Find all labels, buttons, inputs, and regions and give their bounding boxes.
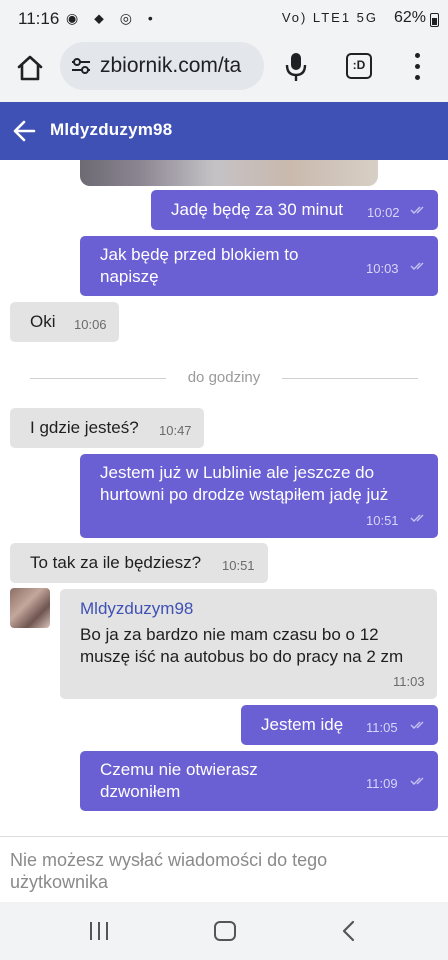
message-incoming: Mldyzduzym98 Bo ja za bardzo nie mam cza… <box>60 589 437 699</box>
message-incoming: To tak za ile będziesz? 10:51 <box>10 543 268 583</box>
network-signal-icon: Vo) LTE1 5G <box>281 10 378 25</box>
read-receipt-icon <box>410 206 424 214</box>
message-time: 11:03 <box>393 674 425 689</box>
status-bar: 11:16 ◉ ⬥ ◎ • Vo) LTE1 5G 62% <box>0 0 448 38</box>
chat-header: Mldyzduzym98 <box>0 102 448 160</box>
message-time: 10:51 <box>366 513 399 528</box>
site-settings-icon[interactable] <box>70 55 92 77</box>
date-divider-label: do godziny <box>187 369 261 386</box>
message-outgoing: Czemu nie otwierasz dzwoniłem 11:09 <box>80 751 438 811</box>
message-time: 10:02 <box>367 205 400 220</box>
address-bar[interactable]: zbiornik.com/ta <box>60 42 264 90</box>
home-icon[interactable] <box>14 52 46 84</box>
message-text: Jestem idę <box>261 715 344 734</box>
message-sender[interactable]: Mldyzduzym98 <box>80 598 193 620</box>
message-text: To tak za ile będziesz? <box>30 553 202 572</box>
message-outgoing: Jadę będę za 30 minut 10:02 <box>151 190 438 230</box>
status-time: 11:16 <box>18 9 60 28</box>
message-text: Oki <box>30 312 56 331</box>
recent-apps-icon[interactable] <box>90 922 112 940</box>
message-incoming: Oki 10:06 <box>10 302 119 342</box>
message-time: 10:06 <box>74 317 107 332</box>
message-time: 11:09 <box>366 776 398 791</box>
read-receipt-icon <box>410 262 424 270</box>
conversation-title: Mldyzduzym98 <box>50 120 173 139</box>
back-arrow-icon[interactable] <box>12 119 38 143</box>
battery-level: 62% <box>393 9 426 26</box>
message-time: 11:05 <box>366 720 398 735</box>
microphone-icon[interactable] <box>282 50 310 84</box>
browser-toolbar: zbiornik.com/ta :D <box>0 38 448 102</box>
message-outgoing: Jestem już w Lublinie ale jeszcze do hur… <box>80 454 438 538</box>
message-text: Jadę będę za 30 minut <box>171 200 344 219</box>
notice-text: Nie możesz wysłać wiadomości do tego uży… <box>10 850 328 892</box>
message-text: Jak będę przed blokiem to napiszę <box>100 245 299 286</box>
compose-disabled-notice: Nie możesz wysłać wiadomości do tego uży… <box>0 836 448 902</box>
message-outgoing: Jak będę przed blokiem to napiszę 10:03 <box>80 236 438 296</box>
system-navigation-bar <box>0 902 448 960</box>
message-text: Czemu nie otwierasz dzwoniłem <box>100 760 258 801</box>
avatar[interactable] <box>10 588 50 628</box>
image-message-partial[interactable] <box>80 160 378 186</box>
tab-switcher-button[interactable]: :D <box>346 53 372 79</box>
message-time: 10:47 <box>159 423 192 438</box>
divider-line <box>30 378 166 379</box>
message-incoming: I gdzie jesteś? 10:47 <box>10 408 204 448</box>
read-receipt-icon <box>410 514 424 522</box>
read-receipt-icon <box>410 721 424 729</box>
message-text: Bo ja za bardzo nie mam czasu bo o 12 mu… <box>80 625 404 666</box>
read-receipt-icon <box>410 777 424 785</box>
status-notification-icons: ◉ ⬥ ◎ • <box>66 10 159 26</box>
message-time: 10:03 <box>366 261 399 276</box>
battery-icon <box>430 13 439 27</box>
url-text[interactable]: zbiornik.com/ta <box>100 54 241 78</box>
system-back-icon[interactable] <box>340 920 358 942</box>
home-button-icon[interactable] <box>214 921 236 941</box>
divider-line <box>282 378 418 379</box>
message-list[interactable]: Jadę będę za 30 minut 10:02 Jak będę prz… <box>0 160 448 836</box>
message-time: 10:51 <box>222 558 255 573</box>
message-text: Jestem już w Lublinie ale jeszcze do hur… <box>100 463 389 504</box>
message-text: I gdzie jesteś? <box>30 418 139 437</box>
more-menu-icon[interactable] <box>408 52 428 82</box>
message-outgoing: Jestem idę 11:05 <box>241 705 438 745</box>
